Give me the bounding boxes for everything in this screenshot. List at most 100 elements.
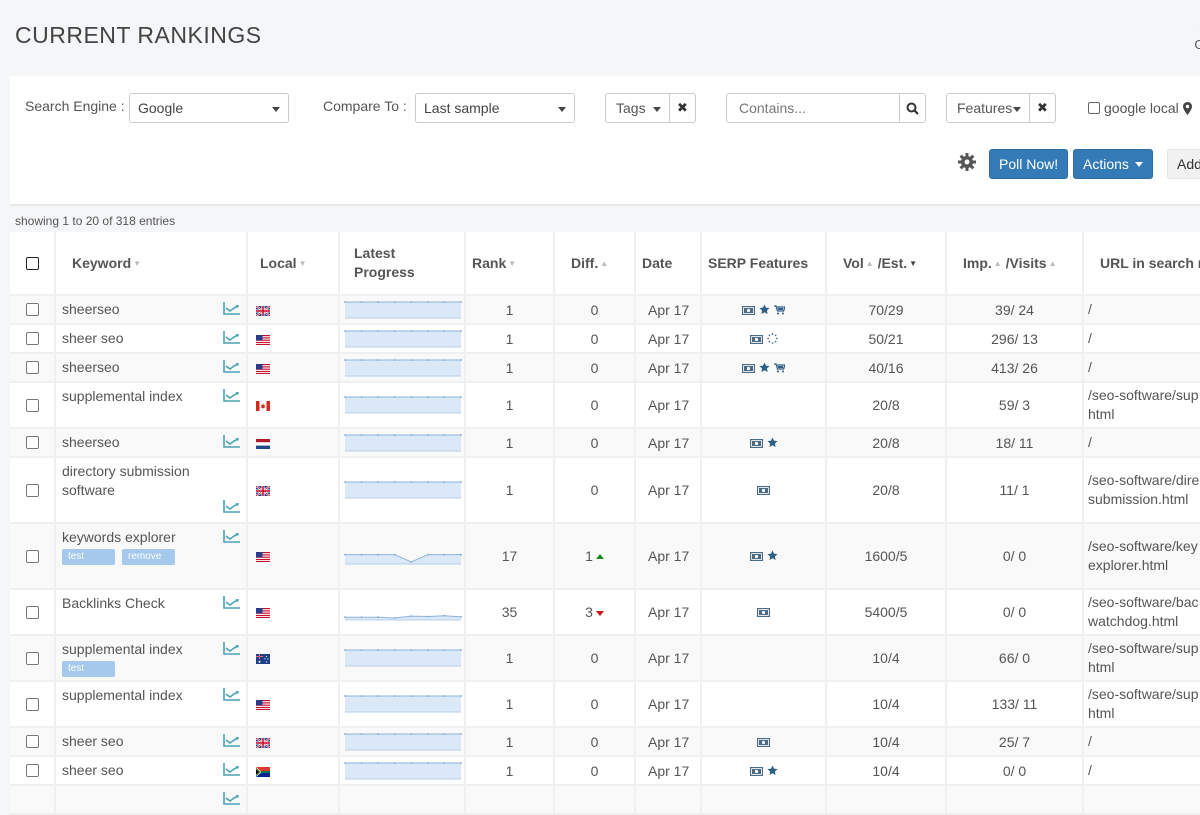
row-checkbox[interactable] — [25, 605, 39, 619]
row-checkbox[interactable] — [25, 764, 39, 777]
features-dropdown[interactable]: Features — [946, 93, 1030, 123]
keyword-text[interactable]: sheerseo — [62, 433, 212, 452]
table-row[interactable]: keywords explorer test remove 17 1 Apr 17 … — [10, 524, 1200, 590]
table-row[interactable]: sheer seo 1 0 Apr 17 10/4 0/ 0 / — [10, 757, 1200, 786]
tags-label: Tags — [616, 100, 646, 116]
url-line: / — [1088, 301, 1092, 317]
url-cell[interactable]: / — [1084, 354, 1200, 383]
url-cell[interactable]: /seo-software/dire submission.html — [1084, 458, 1200, 524]
rank-cell: 1 — [466, 354, 555, 383]
trend-chart-icon[interactable] — [223, 642, 240, 658]
keyword-text[interactable]: Backlinks Check — [62, 594, 212, 613]
trend-chart-icon[interactable] — [223, 435, 240, 451]
url-cell[interactable]: / — [1084, 429, 1200, 458]
keyword-text[interactable]: supplemental index — [62, 640, 212, 659]
trend-chart-icon[interactable] — [223, 734, 240, 750]
url-cell[interactable]: / — [1084, 325, 1200, 354]
table-row[interactable]: sheerseo 1 0 Apr 17 40/16 413/ 26 / — [10, 354, 1200, 383]
keyword-text[interactable]: sheer seo — [62, 732, 212, 751]
keyword-text[interactable]: keywords explorer — [62, 528, 212, 547]
trend-chart-icon[interactable] — [223, 500, 240, 516]
features-clear-button[interactable]: ✖ — [1030, 93, 1056, 123]
sparkline-point — [344, 649, 346, 651]
tags-dropdown[interactable]: Tags — [605, 93, 670, 123]
date-header[interactable]: Date — [636, 232, 702, 296]
row-checkbox[interactable] — [25, 398, 39, 412]
contains-search-input[interactable] — [726, 93, 900, 123]
trend-chart-icon[interactable] — [223, 331, 240, 347]
search-engine-select[interactable]: Google — [129, 93, 289, 123]
row-checkbox[interactable] — [25, 735, 39, 748]
table-row[interactable]: directory submission software 1 0 Apr 17… — [10, 458, 1200, 524]
row-checkbox[interactable] — [25, 549, 39, 563]
row-checkbox[interactable] — [25, 697, 39, 711]
url-cell[interactable]: / — [1084, 757, 1200, 786]
row-checkbox[interactable] — [25, 436, 39, 449]
row-checkbox[interactable] — [25, 651, 39, 665]
diff-cell: 0 — [555, 728, 636, 757]
trend-chart-icon[interactable] — [223, 688, 240, 704]
vol-est-header[interactable]: Vol ▲ /Est. ▼ — [827, 232, 947, 296]
trend-chart-icon[interactable] — [223, 360, 240, 376]
keyword-text[interactable]: sheerseo — [62, 358, 212, 377]
local-header[interactable]: Local ▼ — [248, 232, 340, 296]
keyword-text[interactable]: sheer seo — [62, 329, 212, 348]
rank-header[interactable]: Rank ▼ — [466, 232, 555, 296]
google-local-checkbox[interactable] — [1088, 102, 1100, 114]
compare-to-select[interactable]: Last sample — [415, 93, 575, 123]
local-cell — [248, 296, 340, 325]
diff-cell: 0 — [555, 429, 636, 458]
sparkline-point — [393, 761, 396, 764]
table-row[interactable]: supplemental index test 1 0 Apr 17 10/4 6… — [10, 636, 1200, 682]
keyword-text[interactable]: supplemental index — [62, 387, 212, 406]
url-cell[interactable]: /seo-software/sup html — [1084, 636, 1200, 682]
tags-clear-button[interactable]: ✖ — [670, 93, 696, 123]
trend-chart-icon[interactable] — [223, 596, 240, 612]
trend-chart-icon[interactable] — [223, 763, 240, 779]
row-checkbox[interactable] — [25, 361, 39, 374]
guide-button[interactable]: ⚑ Gu — [1183, 24, 1200, 52]
poll-now-button[interactable]: Poll Now! — [989, 149, 1069, 179]
url-cell[interactable]: /seo-software/sup html — [1084, 383, 1200, 429]
table-row[interactable]: supplemental index 1 0 Apr 17 10/4 133/ … — [10, 682, 1200, 728]
table-row[interactable]: sheer seo 1 0 Apr 17 50/21 296/ 13 / — [10, 325, 1200, 354]
url-cell[interactable]: / — [1084, 296, 1200, 325]
actions-button[interactable]: Actions — [1073, 149, 1153, 179]
url-cell[interactable]: / — [1084, 728, 1200, 757]
sparkline-point — [460, 616, 462, 618]
table-row[interactable]: sheer seo 1 0 Apr 17 10/4 25/ 7 / — [10, 728, 1200, 757]
keyword-tag[interactable]: test — [62, 661, 115, 677]
row-checkbox[interactable] — [25, 303, 39, 316]
select-all-checkbox[interactable] — [25, 256, 39, 270]
table-row[interactable]: sheerseo 1 0 Apr 17 70/29 39/ 24 / — [10, 296, 1200, 325]
diff-header[interactable]: Diff. ▲ — [555, 232, 636, 296]
sparkline-point — [360, 481, 363, 483]
flag-gb-icon — [254, 734, 270, 750]
imp-visits-header[interactable]: Imp. ▲ /Visits ▲ — [947, 232, 1084, 296]
keyword-text[interactable]: supplemental index — [62, 686, 212, 705]
keyword-header[interactable]: Keyword ▼ — [56, 232, 248, 296]
trend-chart-icon[interactable] — [223, 530, 240, 546]
keyword-text[interactable]: directory submission software — [62, 462, 212, 500]
sparkline-point — [443, 614, 446, 617]
trend-chart-icon[interactable] — [223, 389, 240, 405]
row-checkbox[interactable] — [25, 483, 39, 497]
trend-chart-icon[interactable] — [223, 302, 240, 318]
table-row[interactable]: sheerseo 1 0 Apr 17 20/8 18/ 11 / — [10, 429, 1200, 458]
keyword-tag[interactable]: test — [62, 549, 115, 565]
url-cell[interactable]: /seo-software/sup html — [1084, 682, 1200, 728]
table-row[interactable]: supplemental index 1 0 Apr 17 20/8 59/ 3… — [10, 383, 1200, 429]
keyword-text[interactable]: sheer seo — [62, 761, 212, 780]
trend-chart-icon[interactable] — [223, 792, 240, 808]
google-local-toggle[interactable]: google local — [1088, 100, 1192, 116]
table-row[interactable]: Backlinks Check 35 3 Apr 17 5400/5 0/ 0 … — [10, 590, 1200, 636]
row-checkbox[interactable] — [25, 332, 39, 345]
keyword-text[interactable]: sheerseo — [62, 300, 212, 319]
settings-button[interactable] — [958, 153, 976, 176]
flag-us-icon — [254, 696, 270, 712]
url-cell[interactable]: /seo-software/key explorer.html — [1084, 524, 1200, 590]
search-button[interactable] — [899, 93, 926, 123]
url-cell[interactable]: /seo-software/bac watchdog.html — [1084, 590, 1200, 636]
add-keywords-button[interactable]: Add K — [1167, 149, 1200, 179]
keyword-tag[interactable]: remove — [122, 549, 175, 565]
